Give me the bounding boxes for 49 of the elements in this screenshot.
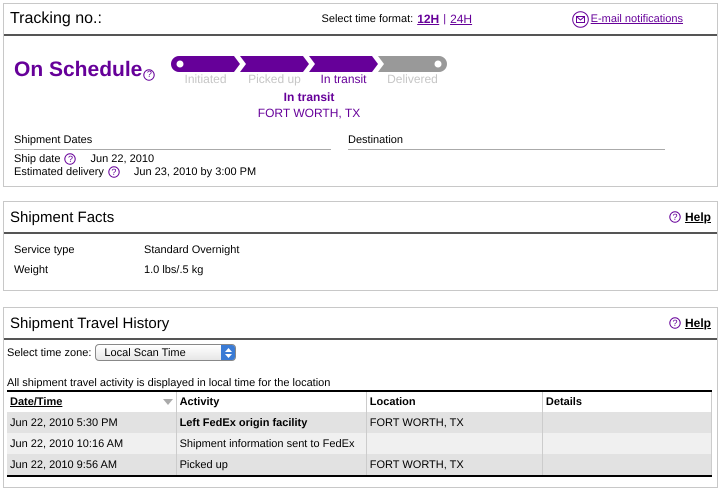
email-notifications-link[interactable]: E-mail notifications — [590, 13, 683, 25]
timezone-select[interactable]: Local Scan Time — [95, 344, 236, 361]
help-link[interactable]: Help — [684, 210, 711, 224]
time-format-link[interactable]: 24H — [450, 12, 472, 26]
date-value: Jun 22, 2010 — [90, 153, 154, 165]
date-label: Estimated delivery — [14, 166, 104, 178]
table-cell: Picked up — [176, 454, 366, 476]
help-icon[interactable] — [143, 68, 156, 80]
help-mark: ? — [672, 212, 678, 222]
separator: | — [443, 13, 446, 25]
column-header: Activity — [180, 396, 220, 408]
help-icon[interactable] — [108, 166, 120, 178]
help-mark: ? — [68, 154, 73, 164]
date-label: Ship date — [14, 153, 60, 165]
column-header[interactable]: Date/Time — [10, 396, 62, 408]
time-format-link[interactable]: 12H — [417, 12, 440, 26]
panel-title: Shipment Facts — [10, 208, 114, 226]
status-title: On Schedule — [14, 58, 142, 82]
current-status: In transit — [284, 90, 334, 104]
panel-title: Shipment Travel History — [10, 314, 170, 332]
date-value: Jun 23, 2010 by 3:00 PM — [134, 166, 256, 178]
help-mark: ? — [111, 168, 116, 176]
section-heading: Destination — [348, 134, 665, 150]
fact-value: 1.0 lbs/.5 kg — [144, 264, 204, 276]
column-header: Details — [546, 396, 582, 408]
tracking-label: Tracking no.: — [10, 10, 102, 28]
help-link[interactable]: Help — [684, 316, 711, 330]
fact-label: Weight — [14, 264, 50, 276]
help-icon[interactable] — [64, 153, 76, 165]
step-label: In transit — [320, 72, 367, 86]
timezone-label: Select time zone: — [7, 346, 92, 358]
updown-icon — [224, 348, 232, 358]
table-cell: Jun 22, 2010 9:56 AM — [7, 454, 176, 476]
step-label: Delivered — [387, 72, 438, 86]
fact-value: Standard Overnight — [144, 244, 240, 256]
help-icon[interactable] — [668, 211, 681, 223]
column-header: Location — [370, 396, 416, 408]
section-heading: Shipment Dates — [14, 134, 331, 150]
help-mark: ? — [146, 70, 152, 79]
table-note: All shipment travel activity is displayed in local time for the location — [7, 377, 332, 389]
step-label: Initiated — [184, 72, 227, 86]
current-location: FORT WORTH, TX — [258, 106, 360, 120]
time-format-label: Select time format: — [321, 13, 414, 25]
table-cell: FORT WORTH, TX — [366, 454, 542, 476]
help-icon[interactable] — [668, 317, 681, 329]
help-mark: ? — [672, 318, 678, 328]
mail-icon[interactable] — [572, 10, 589, 28]
step-label: Picked up — [248, 72, 301, 86]
fact-label: Service type — [14, 244, 76, 256]
